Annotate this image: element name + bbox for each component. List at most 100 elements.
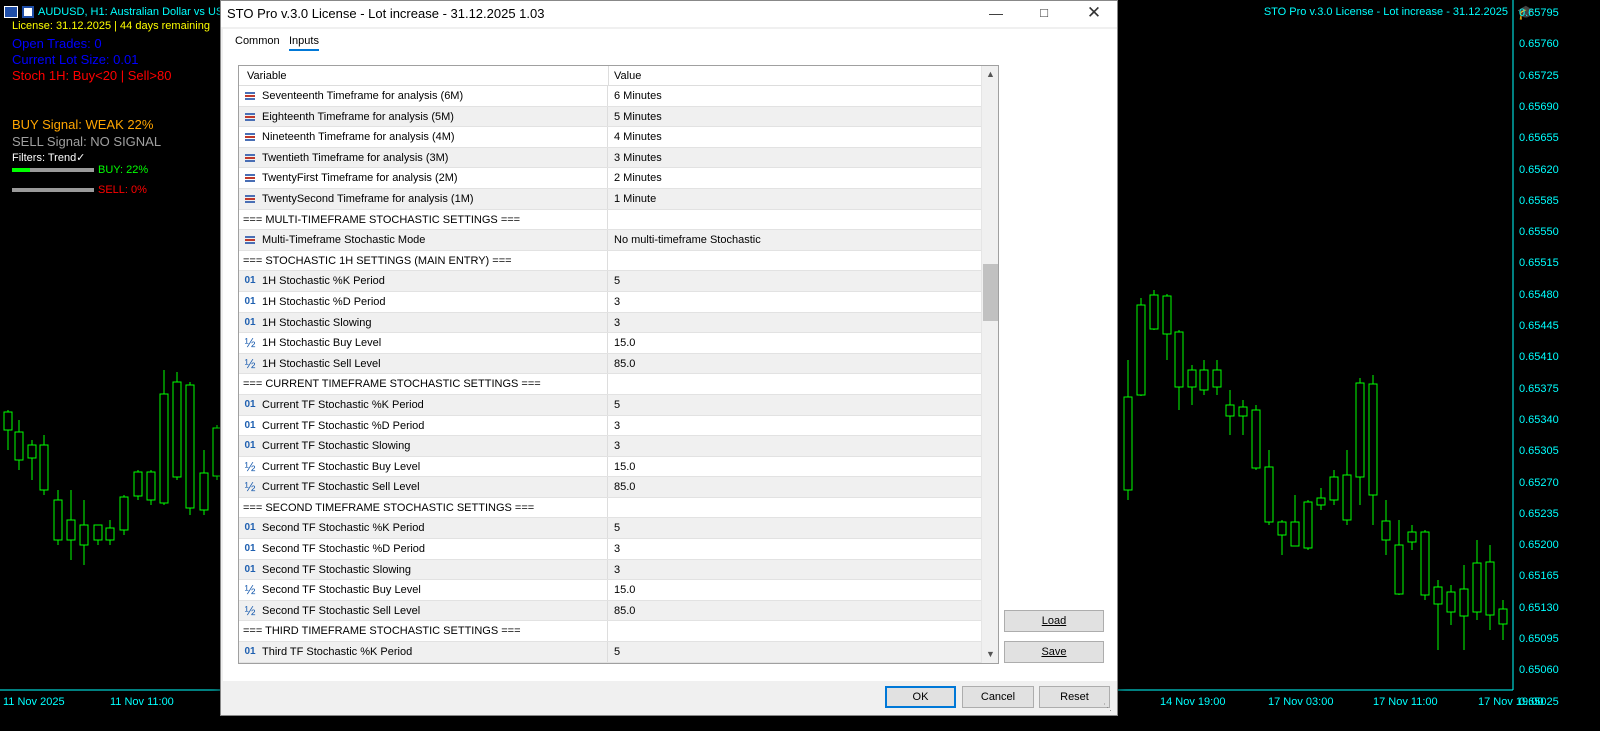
column-header-value[interactable]: Value	[614, 70, 641, 82]
ok-button[interactable]: OK	[885, 686, 956, 708]
parameter-row[interactable]: ½ Second TF Stochastic Sell Level 85.0	[239, 600, 981, 622]
value-cell[interactable]: 5	[614, 522, 620, 534]
parameter-row[interactable]: Multi-Timeframe Stochastic Mode No multi-…	[239, 230, 981, 251]
parameter-row[interactable]: ½ Current TF Stochastic Sell Level 85.0	[239, 477, 981, 498]
candle-body	[1162, 295, 1172, 335]
value-cell[interactable]: 2 Minutes	[614, 172, 662, 184]
value-cell[interactable]: 3	[614, 440, 620, 452]
value-cell[interactable]: 3	[614, 296, 620, 308]
resize-grip-icon[interactable]: ⋱	[1103, 701, 1115, 713]
candle-body	[1433, 586, 1443, 605]
parameter-row[interactable]: 01 Second TF Stochastic %K Period 5	[239, 518, 981, 540]
parameter-row[interactable]: 01 Second TF Stochastic %D Period 3	[239, 539, 981, 560]
parameter-row[interactable]: ½ Current TF Stochastic Buy Level 15.0	[239, 456, 981, 478]
dialog-titlebar[interactable]: STO Pro v.3.0 License - Lot increase - 3…	[221, 1, 1117, 27]
value-cell[interactable]: 5	[614, 275, 620, 287]
sell-strength-bar	[12, 188, 94, 192]
parameter-row[interactable]: Nineteenth Timeframe for analysis (4M) 4 …	[239, 127, 981, 148]
variable-name: === THIRD TIMEFRAME STOCHASTIC SETTINGS …	[243, 625, 521, 638]
variable-cell: === STOCHASTIC 1H SETTINGS (MAIN ENTRY) …	[239, 250, 608, 271]
integer-type-icon: 01	[244, 646, 256, 658]
save-button-label: Save	[1041, 646, 1067, 658]
variable-cell: 01 Second TF Stochastic %D Period	[239, 539, 608, 559]
inputs-panel: Variable Value Seventeenth Timeframe for…	[223, 53, 1117, 681]
value-cell[interactable]: 5 Minutes	[614, 111, 662, 123]
section-header-row[interactable]: === CURRENT TIMEFRAME STOCHASTIC SETTING…	[239, 374, 981, 395]
value-cell[interactable]: 85.0	[614, 481, 635, 493]
parameter-row[interactable]: 01 1H Stochastic Slowing 3	[239, 312, 981, 334]
close-icon[interactable]: ✕	[1071, 1, 1117, 27]
variable-cell: Multi-Timeframe Stochastic Mode	[239, 230, 608, 250]
parameter-row[interactable]: 01 Current TF Stochastic %K Period 5	[239, 394, 981, 416]
variable-cell: Eighteenth Timeframe for analysis (5M)	[239, 106, 608, 127]
section-header-row[interactable]: === SECOND TIMEFRAME STOCHASTIC SETTINGS…	[239, 497, 981, 519]
variable-name: === CURRENT TIMEFRAME STOCHASTIC SETTING…	[243, 378, 541, 391]
column-header-variable[interactable]: Variable	[247, 70, 287, 82]
cancel-button[interactable]: Cancel	[962, 686, 1034, 708]
price-tick-label: 0.65760	[1519, 38, 1559, 51]
price-tick-label: 0.65375	[1519, 382, 1559, 395]
candle-body	[185, 384, 195, 509]
integer-type-icon: 01	[244, 543, 256, 555]
value-cell[interactable]: 15.0	[614, 584, 635, 596]
value-cell[interactable]: 3	[614, 420, 620, 432]
parameter-row[interactable]: 01 1H Stochastic %K Period 5	[239, 271, 981, 292]
variable-name: Second TF Stochastic Slowing	[262, 563, 411, 576]
variable-name: Multi-Timeframe Stochastic Mode	[262, 234, 426, 247]
candle-body	[1264, 466, 1274, 523]
value-cell[interactable]: 15.0	[614, 337, 635, 349]
scroll-down-icon[interactable]: ▼	[982, 646, 998, 663]
maximize-icon[interactable]: □	[1021, 1, 1067, 27]
parameter-row[interactable]: ½ Second TF Stochastic Buy Level 15.0	[239, 580, 981, 601]
candle-body	[146, 471, 156, 501]
parameter-row[interactable]: Eighteenth Timeframe for analysis (5M) 5 …	[239, 106, 981, 128]
scroll-up-icon[interactable]: ▲	[982, 66, 998, 83]
value-cell[interactable]: 3	[614, 564, 620, 576]
grid-scrollbar[interactable]: ▲ ▼	[981, 66, 998, 663]
variable-cell: ½ Current TF Stochastic Buy Level	[239, 456, 608, 477]
scroll-thumb[interactable]	[983, 264, 998, 321]
value-cell[interactable]: 5	[614, 399, 620, 411]
variable-name: Eighteenth Timeframe for analysis (5M)	[262, 110, 454, 123]
parameter-row[interactable]: TwentySecond Timeframe for analysis (1M)…	[239, 188, 981, 210]
parameter-row[interactable]: ½ 1H Stochastic Sell Level 85.0	[239, 353, 981, 375]
section-header-row[interactable]: === MULTI-TIMEFRAME STOCHASTIC SETTINGS …	[239, 209, 981, 231]
load-button[interactable]: Load	[1004, 610, 1104, 632]
value-cell[interactable]: 15.0	[614, 461, 635, 473]
variable-cell: ½ Second TF Stochastic Sell Level	[239, 600, 608, 621]
candle-body	[1316, 497, 1326, 506]
value-cell[interactable]: 85.0	[614, 358, 635, 370]
minimize-icon[interactable]: —	[973, 1, 1019, 27]
time-tick-label: 17 Nov 19:00	[1478, 696, 1544, 708]
variable-cell: 01 Second TF Stochastic Slowing	[239, 559, 608, 580]
value-cell[interactable]: 3	[614, 543, 620, 555]
save-button[interactable]: Save	[1004, 641, 1104, 663]
parameter-row[interactable]: Seventeenth Timeframe for analysis (6M) 6…	[239, 86, 981, 107]
tab-inputs[interactable]: Inputs	[289, 35, 319, 51]
value-cell[interactable]: 1 Minute	[614, 193, 656, 205]
parameter-row[interactable]: 01 Second TF Stochastic Slowing 3	[239, 559, 981, 581]
parameter-row[interactable]: ½ 1H Stochastic Buy Level 15.0	[239, 333, 981, 354]
parameter-row[interactable]: 01 Current TF Stochastic %D Period 3	[239, 415, 981, 437]
section-header-row[interactable]: === STOCHASTIC 1H SETTINGS (MAIN ENTRY) …	[239, 250, 981, 272]
value-cell[interactable]: 4 Minutes	[614, 131, 662, 143]
value-cell[interactable]: 5	[614, 646, 620, 658]
save-template-icon[interactable]	[22, 6, 34, 18]
value-cell[interactable]: 85.0	[614, 605, 635, 617]
chart-window-icon[interactable]	[4, 6, 18, 18]
reset-button[interactable]: Reset	[1039, 686, 1110, 708]
parameter-row[interactable]: 01 1H Stochastic %D Period 3	[239, 291, 981, 313]
value-cell[interactable]: 3 Minutes	[614, 152, 662, 164]
value-cell[interactable]: 6 Minutes	[614, 90, 662, 102]
parameter-row[interactable]: 01 Third TF Stochastic %K Period 5	[239, 642, 981, 663]
value-cell[interactable]: No multi-timeframe Stochastic	[614, 234, 761, 246]
parameter-row[interactable]: Twentieth Timeframe for analysis (3M) 3 M…	[239, 147, 981, 169]
chart-symbol-text: AUDUSD, H1: Australian Dollar vs US	[38, 6, 224, 18]
price-tick-label: 0.65270	[1519, 476, 1559, 489]
parameter-row[interactable]: TwentyFirst Timeframe for analysis (2M) 2…	[239, 168, 981, 189]
integer-type-icon: 01	[244, 522, 256, 534]
parameter-row[interactable]: 01 Current TF Stochastic Slowing 3	[239, 436, 981, 457]
section-header-row[interactable]: === THIRD TIMEFRAME STOCHASTIC SETTINGS …	[239, 621, 981, 643]
tab-common[interactable]: Common	[235, 35, 280, 47]
value-cell[interactable]: 3	[614, 317, 620, 329]
